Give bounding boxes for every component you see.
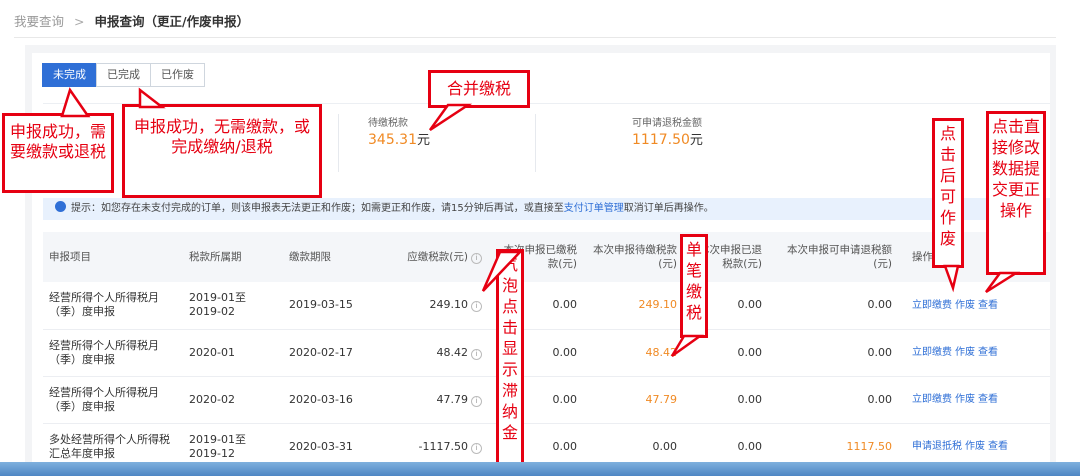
page: 我要查询 > 申报查询（更正/作废申报） 未完成 已完成 已作废 待缴税款 345.… — [0, 0, 1080, 462]
annotation-arrows — [60, 87, 1021, 358]
taskbar-strip — [0, 462, 1080, 476]
